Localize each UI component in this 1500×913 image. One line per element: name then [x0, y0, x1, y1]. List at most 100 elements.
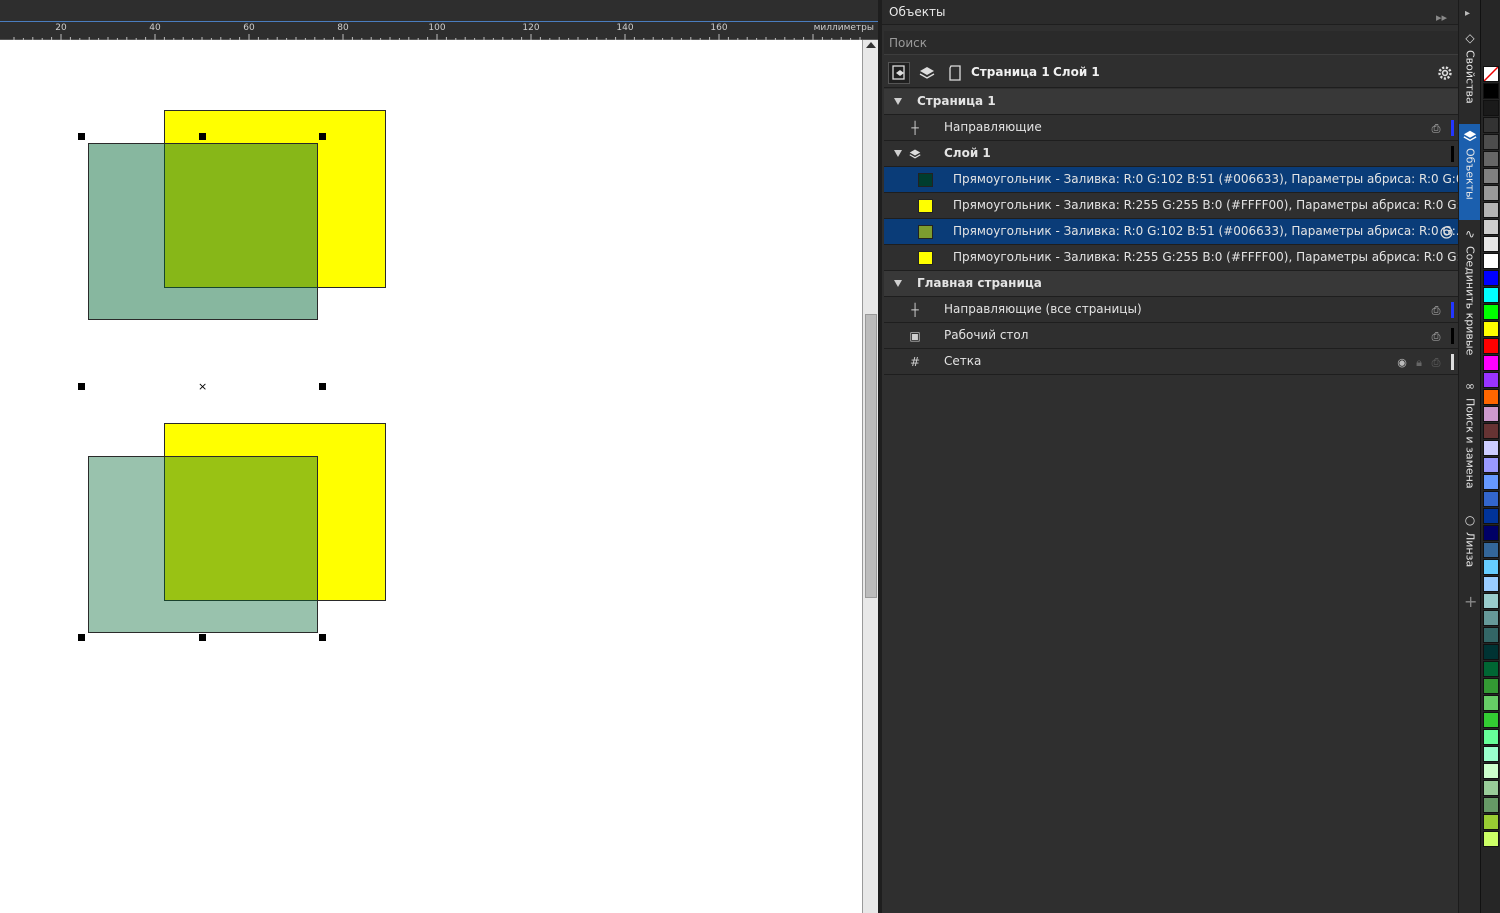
palette-swatch[interactable] [1483, 661, 1499, 677]
tree-object-row[interactable]: Прямоугольник - Заливка: R:255 G:255 B:0… [884, 193, 1458, 219]
scroll-up-arrow-icon[interactable] [866, 42, 876, 48]
add-tab-icon[interactable]: + [1464, 592, 1477, 611]
palette-swatch[interactable] [1483, 593, 1499, 609]
palette-swatch[interactable] [1483, 151, 1499, 167]
palette-swatch[interactable] [1483, 321, 1499, 337]
expand-arrow-icon[interactable] [894, 98, 902, 105]
palette-swatch[interactable] [1483, 508, 1499, 524]
toolbar-layer-label[interactable]: Слой 1 [1053, 65, 1100, 79]
no-color-swatch[interactable] [1483, 66, 1499, 82]
search-input[interactable] [884, 31, 1458, 54]
tree-object-row[interactable]: Прямоугольник - Заливка: R:0 G:102 B:51 … [884, 219, 1458, 245]
tree-master-page[interactable]: Главная страница [884, 271, 1458, 297]
palette-swatch[interactable] [1483, 831, 1499, 847]
tree-master-grid[interactable]: # Сетка ◉ 🔒︎ ⎙ [884, 349, 1458, 375]
expand-arrow-icon[interactable] [894, 280, 902, 287]
selection-handle-tm[interactable] [199, 133, 206, 140]
lock-icon[interactable]: 🔒︎ [1412, 355, 1426, 369]
palette-swatch[interactable] [1483, 372, 1499, 388]
selection-handle-mr[interactable] [319, 383, 326, 390]
tree-master-desktop[interactable]: ▣ Рабочий стол ⎙ [884, 323, 1458, 349]
palette-swatch[interactable] [1483, 389, 1499, 405]
palette-swatch[interactable] [1483, 355, 1499, 371]
green-rectangle-top[interactable] [88, 143, 318, 320]
palette-swatch[interactable] [1483, 610, 1499, 626]
palette-swatch[interactable] [1483, 474, 1499, 490]
palette-swatch[interactable] [1483, 304, 1499, 320]
palette-swatch[interactable] [1483, 406, 1499, 422]
tab-objects[interactable]: Объекты [1459, 124, 1481, 220]
tree-object-row[interactable]: Прямоугольник - Заливка: R:0 G:102 B:51 … [884, 167, 1458, 193]
print-icon[interactable]: ⎙ [1429, 303, 1443, 317]
drawing-canvas[interactable]: × [0, 40, 862, 913]
tree-label: Слой 1 [944, 146, 991, 160]
selection-handle-tr[interactable] [319, 133, 326, 140]
tree-page-1[interactable]: Страница 1 [884, 89, 1458, 115]
palette-swatch[interactable] [1483, 117, 1499, 133]
print-icon[interactable]: ⎙ [1429, 355, 1443, 369]
scroll-thumb[interactable] [865, 314, 877, 598]
ruler-tick-marks [13, 34, 861, 40]
tree-object-row[interactable]: Прямоугольник - Заливка: R:255 G:255 B:0… [884, 245, 1458, 271]
palette-swatch[interactable] [1483, 644, 1499, 660]
green-rectangle-bottom[interactable] [88, 456, 318, 633]
selection-center-icon[interactable]: × [198, 381, 207, 392]
selection-handle-ml[interactable] [78, 383, 85, 390]
palette-swatch[interactable] [1483, 712, 1499, 728]
print-icon[interactable]: ⎙ [1429, 329, 1443, 343]
vertical-scrollbar[interactable] [862, 40, 878, 913]
palette-swatch[interactable] [1483, 83, 1499, 99]
palette-swatch[interactable] [1483, 780, 1499, 796]
tree-guides[interactable]: ┼ Направляющие ⎙ [884, 115, 1458, 141]
palette-swatch[interactable] [1483, 185, 1499, 201]
horizontal-ruler[interactable]: 20 40 60 80 100 120 140 160 миллиметры [0, 0, 878, 40]
tree-layer-1[interactable]: Слой 1 [884, 141, 1458, 167]
palette-swatch[interactable] [1483, 729, 1499, 745]
page-view-icon[interactable] [888, 62, 910, 84]
palette-swatch[interactable] [1483, 440, 1499, 456]
palette-swatch[interactable] [1483, 270, 1499, 286]
selection-handle-tl[interactable] [78, 133, 85, 140]
eye-icon[interactable]: ◉ [1395, 355, 1409, 369]
tab-properties[interactable]: ◇ Свойства [1459, 26, 1481, 122]
palette-swatch[interactable] [1483, 746, 1499, 762]
palette-swatch[interactable] [1483, 695, 1499, 711]
selection-handle-bm[interactable] [199, 634, 206, 641]
palette-swatch[interactable] [1483, 219, 1499, 235]
print-icon[interactable]: ⎙ [1429, 121, 1443, 135]
palette-swatch[interactable] [1483, 253, 1499, 269]
lens-effect-icon[interactable] [1439, 225, 1453, 239]
tab-find-replace[interactable]: ∞ Поиск и замена [1459, 374, 1481, 504]
selection-handle-bl[interactable] [78, 634, 85, 641]
palette-swatch[interactable] [1483, 525, 1499, 541]
tab-lens[interactable]: ○ Линза [1459, 508, 1481, 578]
toolbar-page-label[interactable]: Страница 1 [971, 65, 1050, 79]
palette-swatch[interactable] [1483, 423, 1499, 439]
palette-swatch[interactable] [1483, 797, 1499, 813]
palette-swatch[interactable] [1483, 576, 1499, 592]
palette-swatch[interactable] [1483, 338, 1499, 354]
tree-master-guides[interactable]: ┼ Направляющие (все страницы) ⎙ [884, 297, 1458, 323]
gear-icon[interactable] [1434, 62, 1456, 84]
selection-handle-br[interactable] [319, 634, 326, 641]
palette-swatch[interactable] [1483, 134, 1499, 150]
palette-swatch[interactable] [1483, 763, 1499, 779]
palette-swatch[interactable] [1483, 457, 1499, 473]
tab-join-curves[interactable]: ∿ Соединить кривые [1459, 222, 1481, 372]
palette-swatch[interactable] [1483, 168, 1499, 184]
palette-swatch[interactable] [1483, 287, 1499, 303]
palette-swatch[interactable] [1483, 202, 1499, 218]
palette-swatch[interactable] [1483, 814, 1499, 830]
palette-swatch[interactable] [1483, 678, 1499, 694]
collapse-docker-icon[interactable]: ▸▸ [1436, 5, 1447, 30]
page-icon[interactable] [944, 62, 966, 84]
palette-swatch[interactable] [1483, 542, 1499, 558]
expand-tabs-icon[interactable]: ▸ [1465, 8, 1470, 19]
palette-swatch[interactable] [1483, 491, 1499, 507]
palette-swatch[interactable] [1483, 100, 1499, 116]
palette-swatch[interactable] [1483, 236, 1499, 252]
palette-swatch[interactable] [1483, 627, 1499, 643]
expand-arrow-icon[interactable] [894, 150, 902, 157]
palette-swatch[interactable] [1483, 559, 1499, 575]
layer-view-icon[interactable] [916, 62, 938, 84]
